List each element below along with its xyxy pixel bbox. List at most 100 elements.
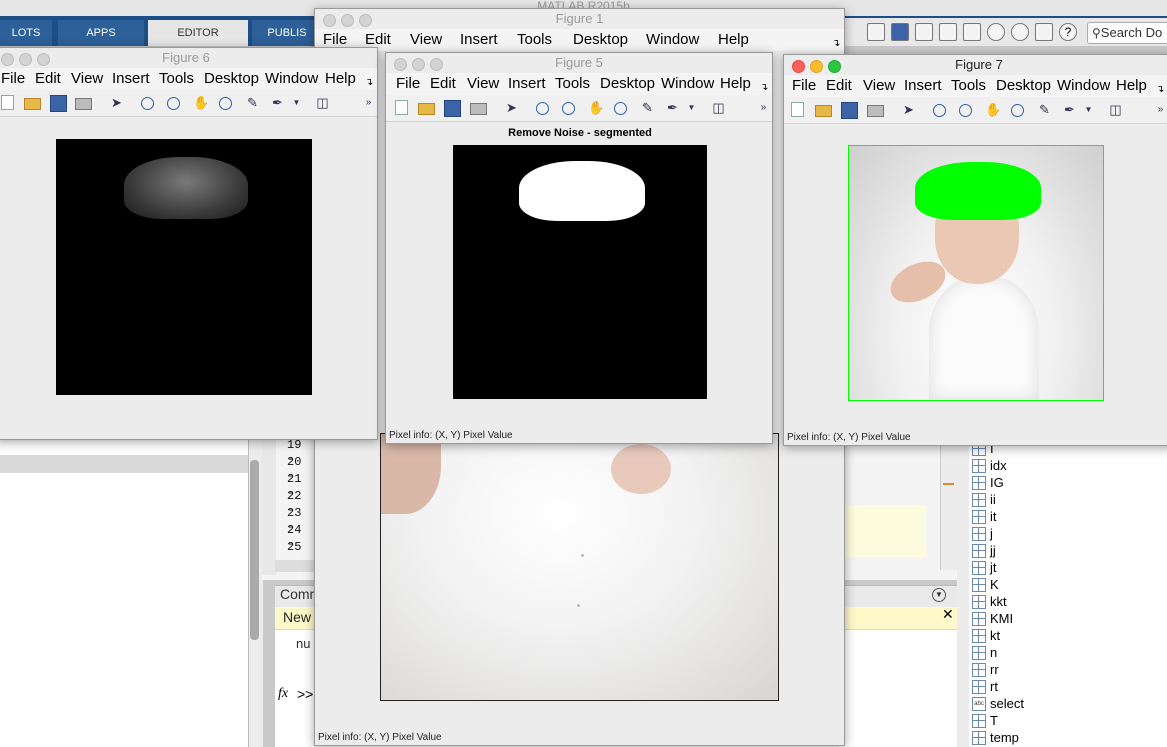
workspace-variable-row[interactable]: j [972,525,1162,542]
current-folder-scroll-thumb[interactable] [250,460,259,640]
pan-hand-icon[interactable]: ✋ [985,102,1001,117]
menu-view[interactable]: View [410,31,442,49]
zoom-out-icon[interactable] [167,97,180,110]
menu-file[interactable]: File [396,75,420,93]
menu-view[interactable]: View [71,70,103,88]
menu-edit[interactable]: Edit [35,70,61,88]
brush-icon[interactable]: ✒ [1062,102,1077,117]
figure-7-image-axes[interactable] [848,145,1104,401]
select-arrow-icon[interactable]: ➤ [901,102,916,117]
print-icon[interactable] [470,103,487,115]
select-arrow-icon[interactable]: ➤ [109,95,124,110]
menu-desktop[interactable]: Desktop [204,70,259,88]
search-documentation-input[interactable]: ⚲Search Do [1087,22,1167,44]
workspace-variable-row[interactable]: idx [972,457,1162,474]
new-figure-icon[interactable] [1,95,14,110]
zoom-button[interactable] [430,58,443,71]
zoom-out-icon[interactable] [959,104,972,117]
menu-insert[interactable]: Insert [112,70,150,88]
menu-desktop[interactable]: Desktop [600,75,655,93]
zoom-in-icon[interactable] [536,102,549,115]
menu-window[interactable]: Window [646,31,699,49]
zoom-in-icon[interactable] [933,104,946,117]
zoom-button[interactable] [37,53,50,66]
close-banner-icon[interactable]: ✕ [942,606,954,623]
menu-overflow-icon[interactable]: ↴ [832,35,840,53]
menu-window[interactable]: Window [1057,77,1110,95]
workspace-variable-row[interactable]: KMI [972,610,1162,627]
figure-6-window[interactable]: Figure 6 File Edit View Insert Tools Des… [0,47,378,440]
brush-dropdown-icon[interactable]: ▼ [684,100,699,115]
workspace-variable-row[interactable]: it [972,508,1162,525]
menu-file[interactable]: File [1,70,25,88]
workspace-variable-row[interactable]: ii [972,491,1162,508]
brush-dropdown-icon[interactable]: ▼ [1081,102,1096,117]
menu-help[interactable]: Help [325,70,356,88]
workspace-variable-row[interactable]: jj [972,542,1162,559]
toolbar-overflow-icon[interactable]: » [1153,102,1167,117]
menu-desktop[interactable]: Desktop [573,31,628,49]
pan-hand-icon[interactable]: ✋ [588,100,604,115]
close-button[interactable] [792,60,805,73]
data-cursor-icon[interactable]: ✎ [640,100,655,115]
workspace-variable-row[interactable]: kkt [972,593,1162,610]
link-plot-icon[interactable]: ◫ [315,95,330,110]
menu-tools[interactable]: Tools [951,77,993,95]
copy-icon[interactable] [939,23,957,41]
menu-tools[interactable]: Tools [517,31,552,49]
toolbar-overflow-icon[interactable]: » [756,100,771,115]
menu-file[interactable]: File [792,77,816,95]
zoom-button[interactable] [828,60,841,73]
paste-icon[interactable] [963,23,981,41]
workspace-variable-row[interactable]: rr [972,661,1162,678]
menu-view[interactable]: View [863,77,895,95]
workspace-variable-row[interactable]: rt [972,678,1162,695]
menu-edit[interactable]: Edit [430,75,456,93]
menu-tools[interactable]: Tools [159,70,201,88]
save-figure-icon[interactable] [50,95,67,112]
figure-6-image-axes[interactable] [56,139,312,395]
open-file-icon[interactable] [815,105,832,117]
save-figure-icon[interactable] [841,102,858,119]
zoom-button[interactable] [359,14,372,27]
figure-5-window[interactable]: Figure 5 File Edit View Insert Tools Des… [385,52,773,444]
toolbar-overflow-icon[interactable]: » [361,95,376,110]
rotate-3d-icon[interactable] [1011,104,1024,117]
brush-icon[interactable]: ✒ [270,95,285,110]
tab-editor[interactable]: EDITOR [148,20,248,46]
menu-help[interactable]: Help [718,31,749,49]
tab-publish[interactable]: PUBLIS [252,20,322,46]
minimize-button[interactable] [412,58,425,71]
minimize-button[interactable] [19,53,32,66]
undo-icon[interactable] [987,23,1005,41]
command-window-menu-icon[interactable]: ▼ [932,588,946,602]
new-figure-icon[interactable] [791,102,804,117]
close-button[interactable] [394,58,407,71]
zoom-out-icon[interactable] [562,102,575,115]
menu-help[interactable]: Help [1116,77,1147,95]
data-cursor-icon[interactable]: ✎ [245,95,260,110]
link-plot-icon[interactable]: ◫ [711,100,726,115]
save-icon[interactable] [891,23,909,41]
workspace-variable-row[interactable]: IG [972,474,1162,491]
shortcut-icon[interactable] [867,23,885,41]
workspace-splitter[interactable] [957,440,969,747]
data-cursor-icon[interactable]: ✎ [1037,102,1052,117]
editor-warning-marker[interactable] [943,483,954,485]
workspace-variable-row[interactable]: jt [972,559,1162,576]
tab-plots[interactable]: LOTS [0,20,52,46]
menu-tools[interactable]: Tools [555,75,597,93]
save-figure-icon[interactable] [444,100,461,117]
minimize-button[interactable] [810,60,823,73]
open-file-icon[interactable] [418,103,435,115]
figure-7-window[interactable]: Figure 7 File Edit View Insert Tools Des… [783,54,1167,446]
command-prompt[interactable]: >> [297,686,313,702]
link-plot-icon[interactable]: ◫ [1108,102,1123,117]
print-icon[interactable] [75,98,92,110]
menu-insert[interactable]: Insert [460,31,498,49]
workspace-variable-row[interactable]: n [972,644,1162,661]
rotate-3d-icon[interactable] [614,102,627,115]
workspace-variable-row[interactable]: K [972,576,1162,593]
menu-insert[interactable]: Insert [508,75,546,93]
select-arrow-icon[interactable]: ➤ [504,100,519,115]
